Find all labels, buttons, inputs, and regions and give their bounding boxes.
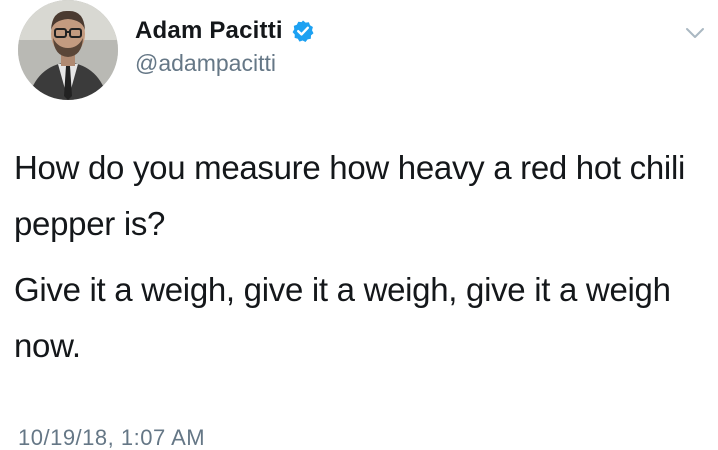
tweet-paragraph: How do you measure how heavy a red hot c… <box>14 149 686 242</box>
tweet-timestamp[interactable]: 10/19/18, 1:07 AM <box>18 425 205 450</box>
author-names: Adam Pacitti @adampacitti <box>135 14 315 77</box>
tweet-paragraph: Give it a weigh, give it a weigh, give i… <box>14 271 671 364</box>
profile-photo-icon <box>18 0 118 100</box>
tweet-header: Adam Pacitti @adampacitti <box>18 0 708 110</box>
tweet-card: Adam Pacitti @adampacitti How do you mea… <box>0 0 718 450</box>
display-name[interactable]: Adam Pacitti <box>135 17 283 45</box>
avatar[interactable] <box>18 0 118 100</box>
verified-badge-icon <box>291 19 315 43</box>
user-handle[interactable]: @adampacitti <box>135 50 315 77</box>
tweet-text: How do you measure how heavy a red hot c… <box>14 140 704 374</box>
chevron-down-icon[interactable] <box>682 20 708 46</box>
display-name-row: Adam Pacitti <box>135 14 315 48</box>
